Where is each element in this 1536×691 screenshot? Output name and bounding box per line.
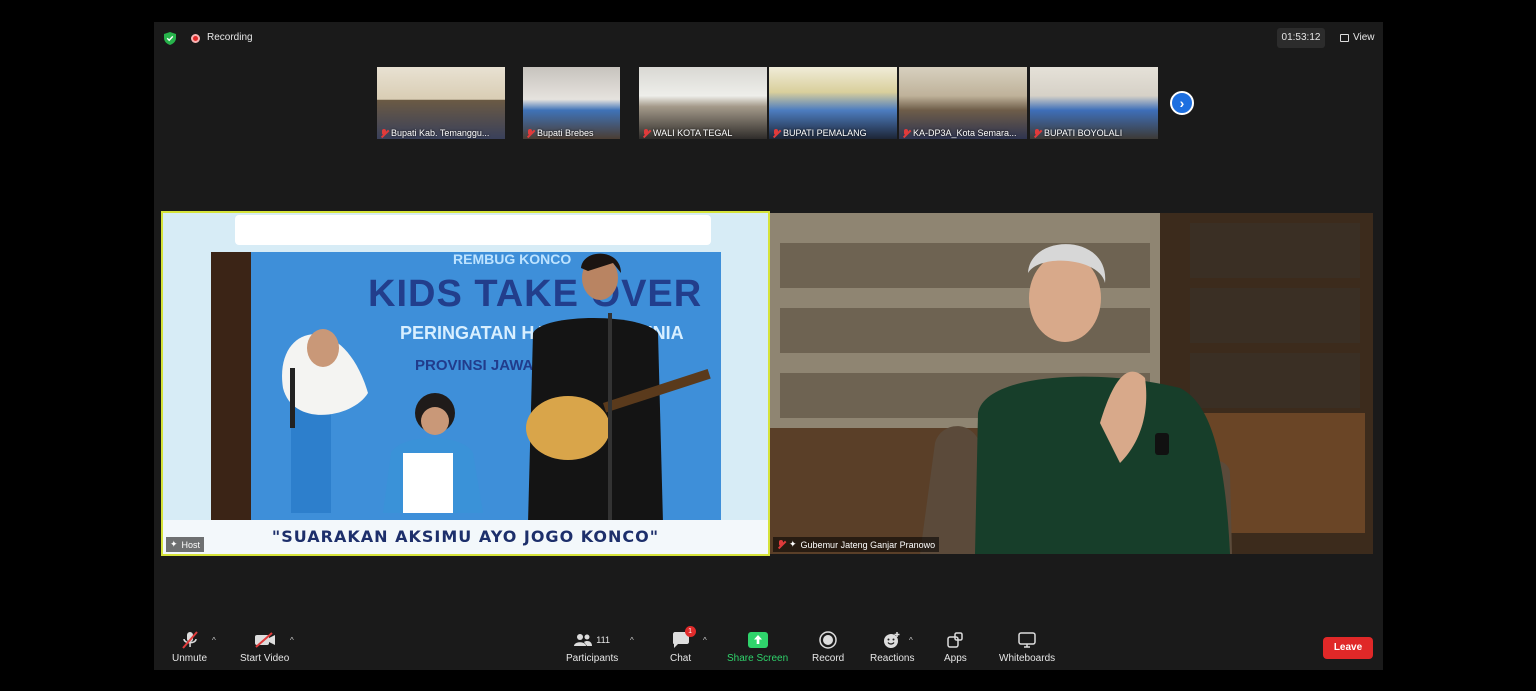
recording-icon (191, 34, 200, 43)
participant-thumbnail[interactable]: BUPATI PEMALANG (769, 67, 897, 139)
unpinned-icon: ✦ (789, 539, 797, 549)
share-screen-icon (747, 632, 768, 648)
video-label: ✦ Gubemur Jateng Ganjar Pranowo (773, 537, 940, 552)
bookshelf-scene (770, 213, 1373, 554)
mic-muted-icon (181, 631, 198, 649)
chat-label: Chat (670, 653, 692, 664)
view-label: View (1353, 32, 1375, 43)
whiteboards-button[interactable]: Whiteboards (999, 630, 1055, 664)
performers-illustration (282, 253, 711, 523)
start-video-button[interactable]: Start Video (240, 630, 289, 664)
participants-label: Participants (566, 653, 619, 664)
unpinned-icon: ✦ (170, 539, 178, 549)
mic-muted-icon (902, 128, 910, 138)
shield-icon[interactable] (164, 32, 176, 45)
active-speaker-video[interactable]: REMBUG KONCO KIDS TAKE OVER PERINGATAN H… (161, 211, 770, 556)
video-label: ✦ Host (166, 537, 205, 552)
participant-name: KA-DP3A_Kota Semara... (913, 128, 1017, 138)
participant-name: WALI KOTA TEGAL (653, 128, 733, 138)
apps-label: Apps (944, 653, 967, 664)
whiteboard-icon (1018, 632, 1036, 648)
participant-thumbnail[interactable]: Bupati Kab. Temanggu... (377, 67, 505, 139)
share-screen-button[interactable]: Share Screen (727, 630, 788, 664)
meeting-timer: 01:53:12 (1277, 28, 1325, 48)
smiley-plus-icon (884, 632, 900, 648)
participants-button[interactable]: 111 Participants (566, 630, 618, 664)
participant-thumbnail[interactable]: BUPATI BOYOLALI (1030, 67, 1158, 139)
participant-thumbnail[interactable]: Bupati Brebes (523, 67, 620, 139)
mic-muted-icon (1033, 128, 1041, 138)
grid-view-icon (1340, 34, 1349, 42)
participant-name: Bupati Kab. Temanggu... (391, 128, 490, 138)
participant-thumbnail[interactable]: WALI KOTA TEGAL (639, 67, 767, 139)
apps-button[interactable]: Apps (944, 630, 967, 664)
unmute-label: Unmute (172, 653, 208, 664)
chat-badge: 1 (684, 626, 696, 637)
mic-muted-icon (380, 128, 388, 138)
participant-name: Bupati Brebes (537, 128, 594, 138)
event-tagline: "SUARAKAN AKSIMU AYO JOGO KONCO" (271, 527, 660, 546)
record-label: Record (812, 653, 845, 664)
share-screen-label: Share Screen (727, 653, 789, 664)
participant-name: BUPATI PEMALANG (783, 128, 867, 138)
top-bar: Recording 01:53:12 View (154, 22, 1383, 54)
start-video-label: Start Video (240, 653, 290, 664)
chat-button[interactable]: 1 Chat (670, 626, 696, 664)
participant-name: BUPATI BOYOLALI (1044, 128, 1123, 138)
recording-label[interactable]: Recording (207, 32, 253, 43)
unmute-button[interactable]: Unmute (172, 630, 207, 664)
mic-muted-icon (642, 128, 650, 138)
record-icon (819, 631, 837, 649)
host-label: Host (181, 539, 201, 550)
leave-button[interactable]: Leave (1323, 637, 1373, 659)
chevron-up-icon[interactable]: ^ (212, 636, 216, 645)
participant-video[interactable]: ✦ Gubemur Jateng Ganjar Pranowo (770, 213, 1373, 554)
chevron-up-icon[interactable]: ^ (909, 636, 913, 645)
chevron-up-icon[interactable]: ^ (290, 636, 294, 645)
mic-muted-icon (526, 128, 534, 138)
next-page-button[interactable]: › (1170, 91, 1194, 115)
chevron-up-icon[interactable]: ^ (703, 636, 707, 645)
zoom-window: Recording 01:53:12 View Bupati Kab. Tema… (154, 22, 1383, 670)
mic-muted-icon (777, 540, 785, 549)
chevron-up-icon[interactable]: ^ (630, 636, 634, 645)
view-button[interactable]: View (1334, 28, 1381, 48)
record-button[interactable]: Record (812, 630, 844, 664)
participant-count: 111 (596, 635, 610, 645)
chevron-right-icon: › (1179, 95, 1185, 111)
whiteboards-label: Whiteboards (999, 653, 1056, 664)
reactions-label: Reactions (870, 653, 915, 664)
mic-muted-icon (772, 128, 780, 138)
participant-thumbnail[interactable]: KA-DP3A_Kota Semara... (899, 67, 1027, 139)
participant-name: Gubemur Jateng Ganjar Pranowo (800, 539, 936, 550)
video-off-icon (254, 632, 275, 648)
participants-icon (574, 634, 593, 646)
apps-icon (947, 632, 964, 648)
reactions-button[interactable]: Reactions (870, 630, 914, 664)
